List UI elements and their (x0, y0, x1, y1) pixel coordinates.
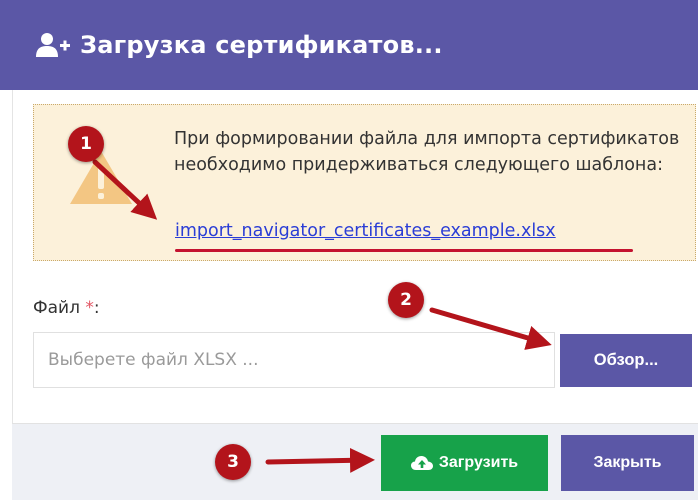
annotation-marker-1: 1 (68, 126, 104, 162)
file-placeholder: Выберете файл XLSX ... (48, 350, 259, 370)
required-mark: * (85, 298, 94, 318)
cloud-upload-icon (410, 456, 433, 470)
upload-label: Загрузить (438, 454, 519, 471)
file-label-text: Файл (33, 298, 80, 318)
modal-footer: Загрузить Закрыть (12, 423, 698, 500)
modal-body: При формировании файла для импорта серти… (12, 90, 698, 423)
template-alert: При формировании файла для импорта серти… (33, 104, 696, 261)
upload-certificates-modal: Загрузка сертификатов... При формировани… (0, 0, 698, 500)
annotation-marker-2: 2 (388, 282, 424, 318)
user-plus-icon (36, 33, 70, 57)
link-highlight-underline (175, 249, 633, 252)
file-field-label: Файл *: (33, 298, 100, 318)
modal-title: Загрузка сертификатов... (80, 31, 443, 59)
label-suffix: : (93, 298, 100, 318)
close-button[interactable]: Закрыть (561, 435, 694, 491)
template-download-link[interactable]: import_navigator_certificates_example.xl… (175, 218, 556, 244)
browse-button[interactable]: Обзор... (560, 334, 692, 387)
file-path-input[interactable]: Выберете файл XLSX ... (33, 332, 555, 388)
annotation-marker-3: 3 (215, 444, 251, 480)
upload-button[interactable]: Загрузить (381, 435, 548, 491)
modal-header: Загрузка сертификатов... (0, 0, 698, 90)
alert-text: При формировании файла для импорта серти… (174, 129, 680, 175)
